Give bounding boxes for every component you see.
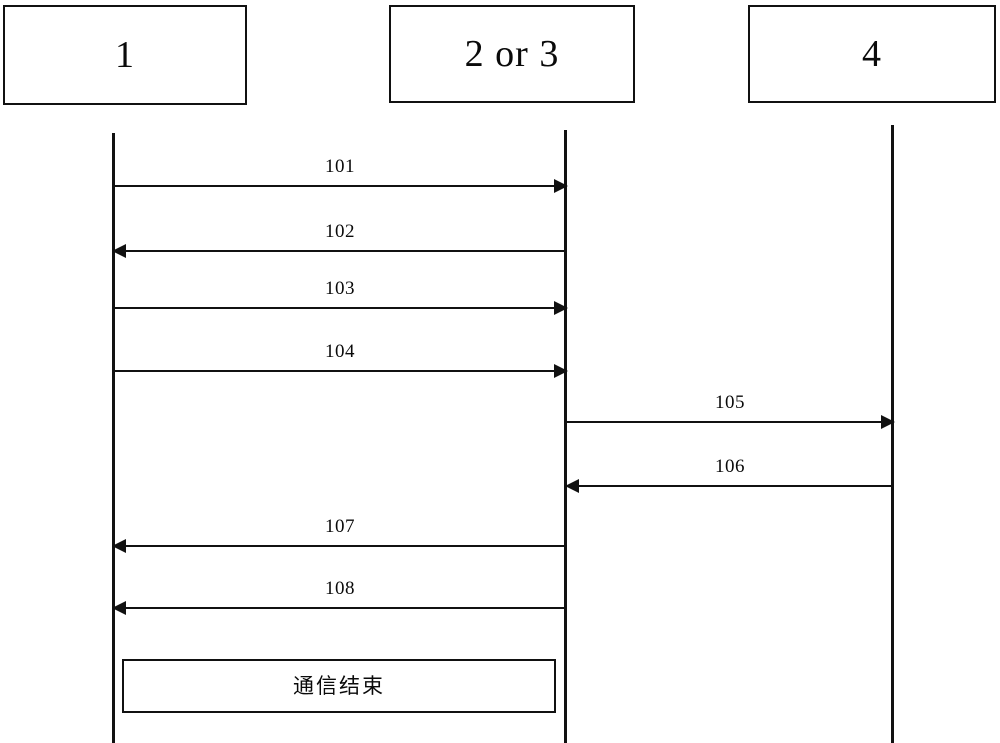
arrowhead-left-icon — [112, 601, 126, 615]
communication-end-label: 通信结束 — [293, 673, 385, 698]
message-line-104 — [113, 370, 567, 372]
arrowhead-left-icon — [565, 479, 579, 493]
participant-label-1: 1 — [115, 34, 135, 76]
arrowhead-right-icon — [554, 179, 568, 193]
arrowhead-right-icon — [554, 301, 568, 315]
message-label-106: 106 — [715, 456, 745, 477]
message-label-102: 102 — [325, 221, 355, 242]
message-label-104: 104 — [325, 341, 355, 362]
communication-end-note[interactable]: 通信结束 — [122, 659, 556, 713]
message-line-105 — [566, 421, 894, 423]
participant-label-2-or-3: 2 or 3 — [464, 33, 560, 75]
message-line-106 — [566, 485, 894, 487]
participant-box-1[interactable]: 1 — [3, 5, 247, 105]
message-line-102 — [113, 250, 567, 252]
participant-label-4: 4 — [862, 33, 882, 75]
lifeline-4 — [891, 125, 894, 743]
participant-box-2-or-3[interactable]: 2 or 3 — [389, 5, 635, 103]
sequence-diagram: 1 2 or 3 4 101 102 103 104 105 106 107 1… — [0, 0, 1000, 743]
message-label-105: 105 — [715, 392, 745, 413]
message-label-101: 101 — [325, 156, 355, 177]
arrowhead-left-icon — [112, 244, 126, 258]
arrowhead-left-icon — [112, 539, 126, 553]
message-line-101 — [113, 185, 567, 187]
message-label-107: 107 — [325, 516, 355, 537]
message-label-108: 108 — [325, 578, 355, 599]
arrowhead-right-icon — [881, 415, 895, 429]
message-line-107 — [113, 545, 567, 547]
message-label-103: 103 — [325, 278, 355, 299]
participant-box-4[interactable]: 4 — [748, 5, 996, 103]
message-line-103 — [113, 307, 567, 309]
message-line-108 — [113, 607, 567, 609]
arrowhead-right-icon — [554, 364, 568, 378]
